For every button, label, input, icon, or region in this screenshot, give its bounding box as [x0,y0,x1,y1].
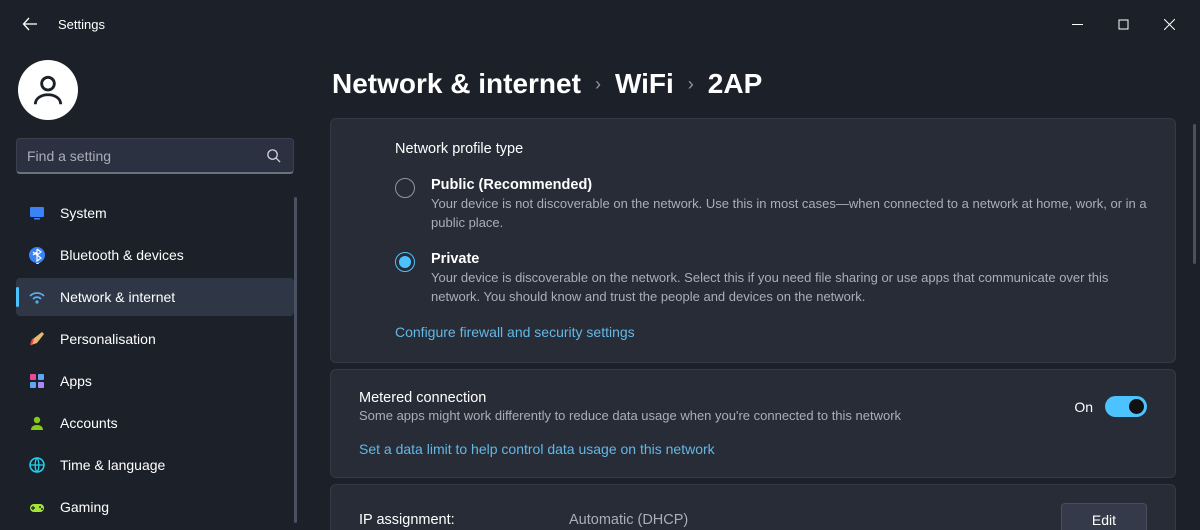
edit-button[interactable]: Edit [1061,503,1147,530]
sidebar-item-globe[interactable]: Time & language [16,446,294,484]
sidebar-item-person[interactable]: Accounts [16,404,294,442]
maximize-icon [1118,19,1129,30]
radio-desc: Your device is discoverable on the netwo… [431,269,1147,307]
bluetooth-icon [28,246,46,264]
close-icon [1164,19,1175,30]
close-button[interactable] [1146,8,1192,40]
avatar[interactable] [18,60,78,120]
metered-panel: Metered connection Some apps might work … [330,369,1176,478]
data-limit-link[interactable]: Set a data limit to help control data us… [359,441,1147,457]
maximize-button[interactable] [1100,8,1146,40]
network-profile-panel: Network profile type Public (Recommended… [330,118,1176,363]
profile-radio-public[interactable] [395,178,415,198]
brush-icon [28,330,46,348]
globe-icon [28,456,46,474]
sidebar-item-label: Bluetooth & devices [60,247,184,263]
gamepad-icon [28,498,46,516]
radio-label: Public (Recommended) [431,177,1147,193]
nav-scrollbar[interactable] [294,197,297,523]
sidebar-item-label: Gaming [60,499,109,515]
ip-label: IP assignment: [359,512,569,528]
firewall-link[interactable]: Configure firewall and security settings [395,324,1147,340]
arrow-left-icon [22,16,38,32]
crumb-wifi[interactable]: WiFi [615,68,674,100]
minimize-button[interactable] [1054,8,1100,40]
sidebar-item-wifi[interactable]: Network & internet [16,278,294,316]
main: Network & internet › WiFi › 2AP Network … [310,48,1200,530]
sidebar-item-apps[interactable]: Apps [16,362,294,400]
sidebar-item-label: Apps [60,373,92,389]
app-title: Settings [58,17,105,32]
section-title: Network profile type [395,141,1147,157]
chevron-right-icon: › [688,74,694,95]
metered-desc: Some apps might work differently to redu… [359,408,1054,423]
back-button[interactable] [14,8,46,40]
crumb-current: 2AP [708,68,762,100]
sidebar-item-label: Accounts [60,415,118,431]
person-icon [29,71,67,109]
breadcrumb: Network & internet › WiFi › 2AP [330,68,1200,100]
sidebar-item-bluetooth[interactable]: Bluetooth & devices [16,236,294,274]
search-box[interactable] [16,138,294,174]
apps-icon [28,372,46,390]
ip-value: Automatic (DHCP) [569,512,1061,528]
chevron-right-icon: › [595,74,601,95]
content-area: Network profile type Public (Recommended… [330,118,1200,530]
sidebar-item-brush[interactable]: Personalisation [16,320,294,358]
sidebar-item-label: Personalisation [60,331,156,347]
scrollbar[interactable] [1193,124,1196,264]
sidebar-item-label: System [60,205,107,221]
sidebar: System Bluetooth & devices Network & inter… [0,48,310,530]
profile-radio-private[interactable] [395,252,415,272]
window-controls [1054,8,1192,40]
wifi-icon [28,288,46,306]
toggle-state-label: On [1074,399,1093,415]
nav: System Bluetooth & devices Network & inter… [16,194,294,526]
sidebar-item-gamepad[interactable]: Gaming [16,488,294,526]
minimize-icon [1072,19,1083,30]
radio-label: Private [431,251,1147,267]
sidebar-item-system[interactable]: System [16,194,294,232]
metered-toggle[interactable] [1105,396,1147,417]
titlebar: Settings [0,0,1200,48]
radio-desc: Your device is not discoverable on the n… [431,195,1147,233]
sidebar-item-label: Time & language [60,457,165,473]
search-icon [266,148,281,163]
sidebar-item-label: Network & internet [60,289,175,305]
system-icon [28,204,46,222]
ip-assignment-row: IP assignment: Automatic (DHCP) Edit [330,484,1176,530]
search-input[interactable] [27,148,266,164]
metered-title: Metered connection [359,390,1054,406]
crumb-root[interactable]: Network & internet [332,68,581,100]
person-icon [28,414,46,432]
